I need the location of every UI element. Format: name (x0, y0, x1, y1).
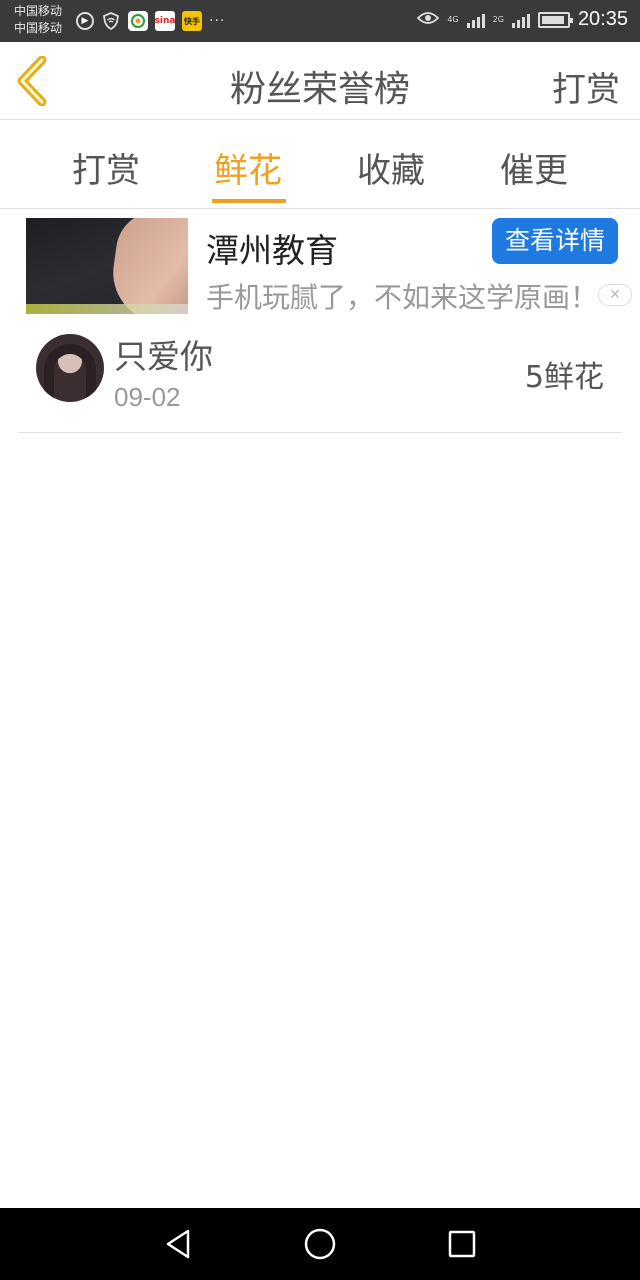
shield-wifi-icon (101, 11, 121, 31)
ad-banner[interactable]: 潭州教育 手机玩腻了，不如来这学原画！ 查看详情 (0, 210, 640, 314)
reward-button[interactable]: 打赏 (552, 62, 620, 111)
home-circle-icon (304, 1228, 336, 1260)
carrier-2: 中国移动 (14, 21, 63, 35)
view-details-button[interactable]: 查看详情 (492, 218, 618, 264)
tab-flowers[interactable]: 鲜花 (188, 143, 308, 192)
more-dots-icon: ··· (209, 13, 226, 29)
list-item[interactable]: 只爱你 09-02 5鲜花 (18, 320, 622, 433)
active-tab-indicator (212, 199, 286, 203)
app-header: 粉丝荣誉榜 打赏 (0, 42, 640, 120)
carrier-info: 中国移动 中国移动 (14, 3, 62, 37)
status-bar: 中国移动 中国移动 ▶ sina 快手 ··· 4G 2G 20:35 (0, 0, 640, 42)
battery-icon (537, 11, 573, 28)
system-nav-bar (0, 1208, 640, 1280)
sina-weibo-icon: sina (155, 11, 175, 31)
nav-recents-button[interactable] (444, 1226, 480, 1262)
fan-date: 09-02 (114, 382, 181, 412)
tab-reward[interactable]: 打赏 (46, 143, 166, 192)
clock: 20:35 (577, 8, 628, 30)
nav-home-button[interactable] (302, 1226, 338, 1262)
ad-title: 潭州教育 (206, 231, 338, 270)
ad-description: 手机玩腻了，不如来这学原画！ (206, 281, 599, 314)
nav-back-button[interactable] (160, 1226, 196, 1262)
recents-square-icon (448, 1230, 476, 1258)
tab-bar: 打赏 鲜花 收藏 催更 (0, 121, 640, 209)
ad-close-icon[interactable]: ✕ (598, 284, 632, 306)
network-type-1: 4G (447, 15, 459, 24)
eye-comfort-icon (417, 10, 440, 29)
gift-count: 5鲜花 (524, 360, 604, 395)
back-triangle-icon (166, 1229, 190, 1259)
avatar (36, 334, 104, 402)
signal-icon (511, 12, 530, 28)
ad-image (26, 218, 188, 314)
browser-app-icon (128, 11, 148, 31)
tab-favorites[interactable]: 收藏 (331, 143, 451, 192)
carrier-1: 中国移动 (14, 4, 63, 18)
fan-name: 只爱你 (114, 337, 213, 376)
notification-icons: ▶ sina 快手 ··· (76, 11, 225, 31)
tab-urge-update[interactable]: 催更 (474, 143, 594, 192)
page-title: 粉丝荣誉榜 (229, 69, 410, 110)
network-type-2: 2G (492, 15, 504, 24)
kuaishou-app-icon: 快手 (182, 11, 202, 31)
signal-icon (466, 12, 485, 28)
status-right: 4G 2G 20:35 (417, 8, 628, 31)
play-circle-icon: ▶ (76, 12, 94, 30)
